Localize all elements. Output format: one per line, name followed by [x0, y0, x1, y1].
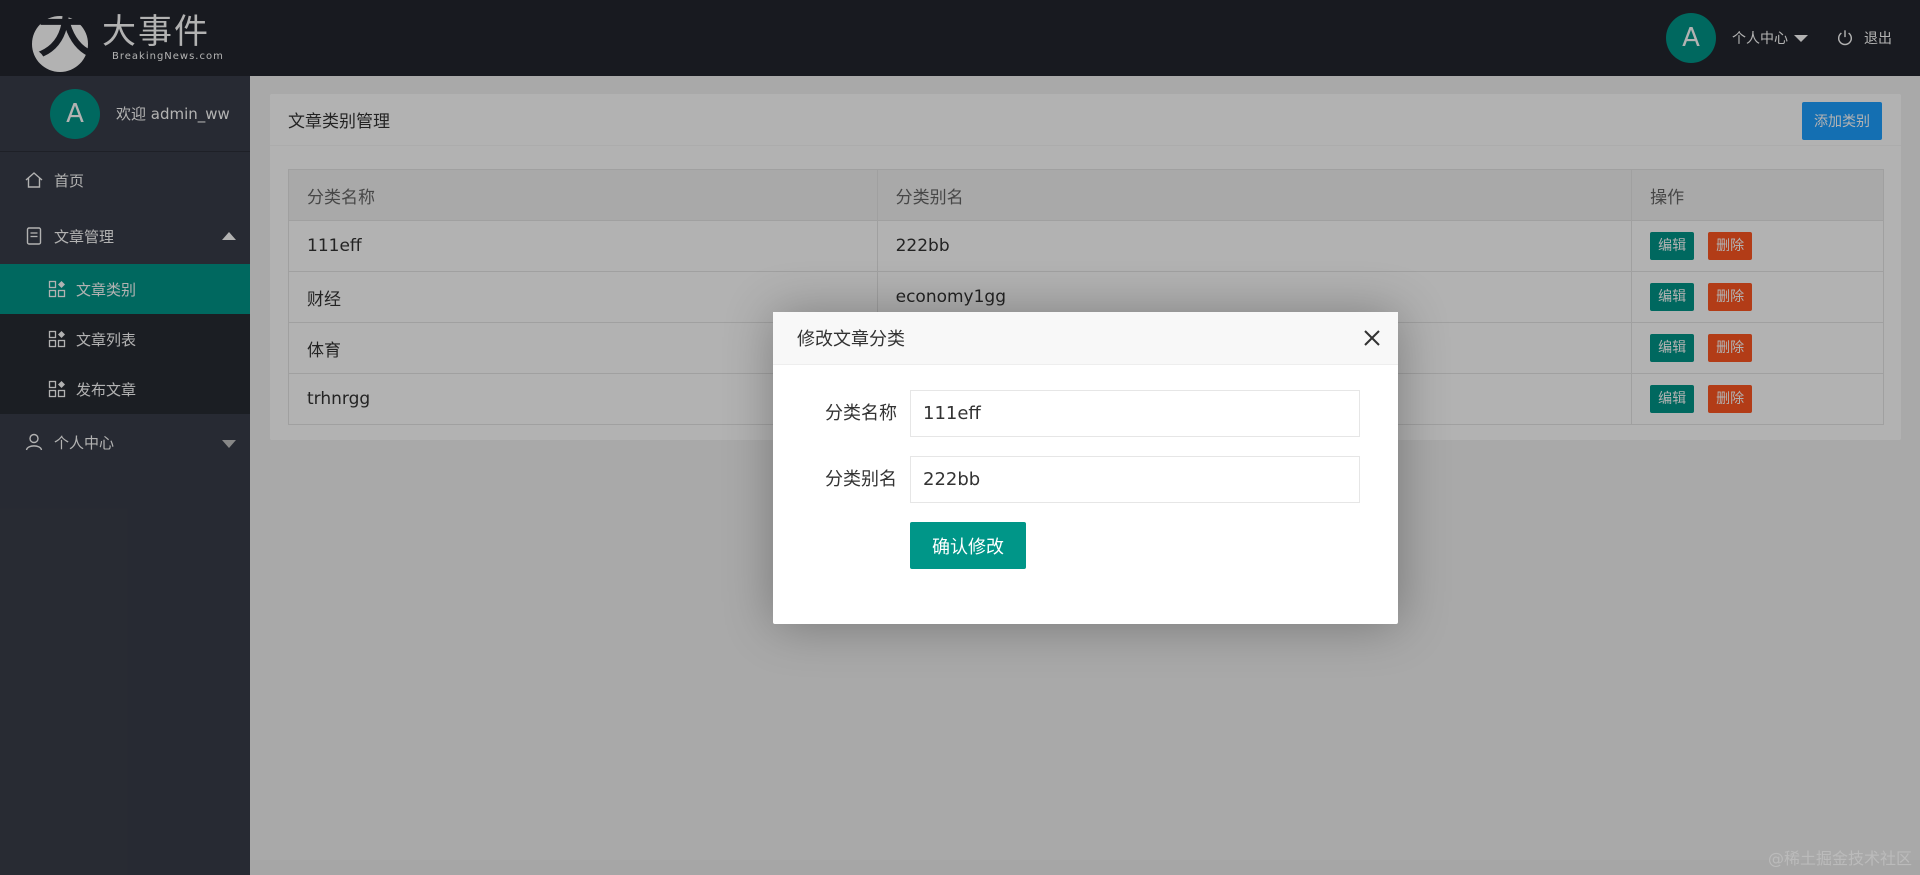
category-alias-input[interactable]: [910, 456, 1360, 503]
name-label: 分类名称: [825, 403, 897, 424]
confirm-edit-button[interactable]: 确认修改: [910, 522, 1026, 569]
category-name-input[interactable]: [910, 390, 1360, 437]
alias-label: 分类别名: [825, 469, 897, 490]
edit-category-dialog: 修改文章分类 分类名称 分类别名 确认修改: [773, 312, 1398, 624]
name-form-row: 分类名称: [773, 390, 1398, 437]
dialog-header: 修改文章分类: [773, 312, 1398, 365]
dialog-title: 修改文章分类: [797, 329, 905, 350]
watermark: @稀土掘金技术社区: [1767, 849, 1912, 868]
alias-form-row: 分类别名: [773, 456, 1398, 503]
close-icon[interactable]: [1362, 328, 1382, 348]
